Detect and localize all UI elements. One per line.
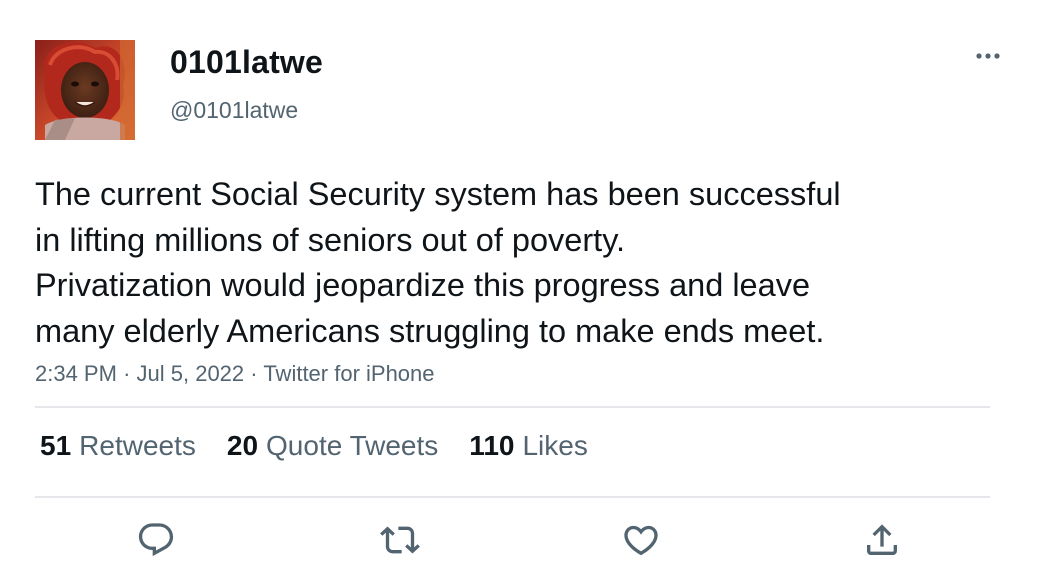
quote-tweets-count: 20 [226,430,259,461]
quote-tweets-stat[interactable]: 20 Quote Tweets [227,430,438,462]
share-button[interactable] [860,518,904,562]
meta-separator: · [250,361,258,386]
share-icon [867,524,897,555]
retweets-count: 51 [40,430,72,461]
tweet-meta: 2:34 PM · Jul 5, 2022 · Twitter for iPho… [35,361,435,387]
retweet-button[interactable] [378,518,422,562]
tweet-text-line: Privatization would jeopardize this prog… [35,267,811,303]
reply-icon [138,523,174,557]
more-options-button[interactable] [970,48,1010,68]
engagement-stats: 51 Retweets 20 Quote Tweets 110 Likes [40,430,588,462]
divider [35,406,990,408]
tweet-source[interactable]: Twitter for iPhone [263,361,434,386]
retweets-stat[interactable]: 51 Retweets [40,430,196,462]
divider [35,496,990,498]
tweet-text-line: The current Social Security system has b… [35,176,841,212]
avatar[interactable] [35,40,135,140]
tweet-date[interactable]: Jul 5, 2022 [137,361,245,386]
tweet-card: 0101latwe @0101latwe The current Social … [0,0,1050,570]
retweets-label: Retweets [79,430,196,461]
likes-label: Likes [522,430,588,461]
tweet-text-line: many elderly Americans struggling to mak… [35,312,825,349]
reply-button[interactable] [134,518,178,562]
retweet-icon [380,526,420,554]
more-horizontal-icon [976,53,1000,59]
tweet-time[interactable]: 2:34 PM [35,361,117,386]
avatar-photo [35,40,135,140]
tweet-text: The current Social Security system has b… [35,172,995,354]
likes-stat[interactable]: 110 Likes [469,430,588,462]
heart-icon [624,525,658,556]
display-name[interactable]: 0101latwe [170,44,323,81]
quote-tweets-label: Quote Tweets [266,430,439,461]
action-bar [0,518,1050,562]
user-handle[interactable]: @0101latwe [170,97,298,124]
tweet-text-line: in lifting millions of seniors out of po… [35,221,626,258]
meta-separator: · [123,361,131,386]
like-button[interactable] [619,518,663,562]
likes-count: 110 [469,430,515,461]
